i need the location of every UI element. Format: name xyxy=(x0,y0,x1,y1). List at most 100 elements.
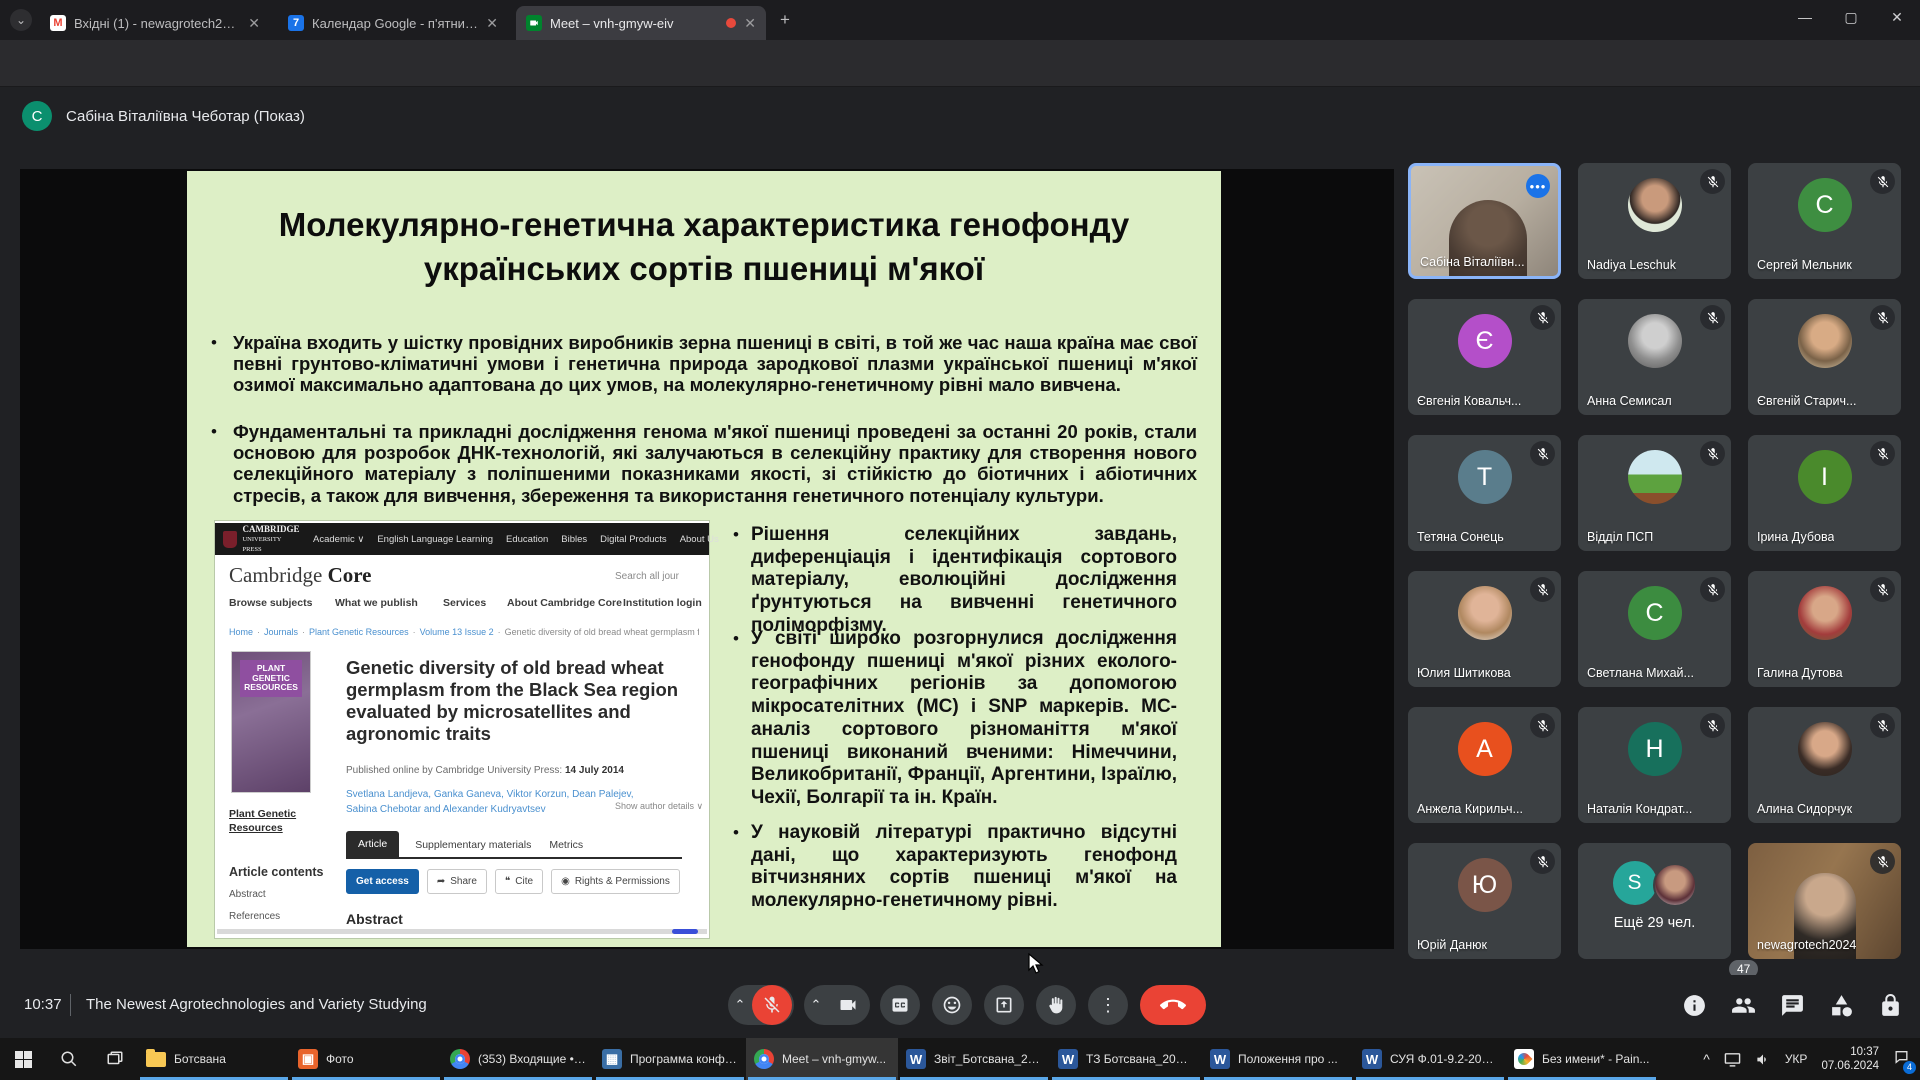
tab-close-icon[interactable]: ✕ xyxy=(744,15,756,32)
taskbar-app-botsvana[interactable]: Ботсвана xyxy=(138,1038,290,1080)
window-minimize-button[interactable]: — xyxy=(1782,0,1828,34)
raise-hand-button[interactable] xyxy=(1036,985,1076,1025)
avatar xyxy=(1798,586,1852,640)
taskbar-clock[interactable]: 10:3707.06.2024 xyxy=(1821,1045,1879,1073)
more-participants-label: Ещё 29 чел. xyxy=(1578,915,1731,931)
activities-button[interactable] xyxy=(1829,993,1855,1019)
mic-off-icon xyxy=(1870,305,1895,330)
captions-button[interactable] xyxy=(880,985,920,1025)
article-buttons: Get access ➦ Share ❝ Cite ◉ Rights & Per… xyxy=(346,869,680,894)
taskbar-app-word-4[interactable]: W СУЯ Ф.01-9.2-202... xyxy=(1354,1038,1506,1080)
participant-tile[interactable]: Відділ ПСП xyxy=(1578,435,1731,551)
window-maximize-button[interactable]: ▢ xyxy=(1828,0,1874,34)
participant-tile-more[interactable]: S Ещё 29 чел. xyxy=(1578,843,1731,959)
participant-tile[interactable]: Юлия Шитикова xyxy=(1408,571,1561,687)
taskbar-search-button[interactable] xyxy=(46,1038,92,1080)
nav-bibles: Bibles xyxy=(561,534,587,545)
mic-muted-button[interactable] xyxy=(752,985,792,1025)
participant-tile[interactable]: І Ірина Дубова xyxy=(1748,435,1901,551)
meeting-details-button[interactable] xyxy=(1682,993,1708,1019)
browser-tab-strip: ⌄ M Вхідні (1) - newagrotech2024@ ✕ 7 Ка… xyxy=(0,0,1920,40)
mic-control-group: ⌃ xyxy=(728,985,794,1025)
nav-ell: English Language Learning xyxy=(377,534,493,545)
photos-icon: ▣ xyxy=(298,1049,318,1069)
mic-options-chevron[interactable]: ⌃ xyxy=(728,997,752,1013)
participant-tile[interactable]: Алина Сидорчук xyxy=(1748,707,1901,823)
windows-logo-icon xyxy=(15,1051,32,1068)
taskbar-app-gmail-chrome[interactable]: (353) Входящие • ... xyxy=(442,1038,594,1080)
emoji-icon xyxy=(942,995,962,1015)
notification-center-button[interactable]: 4 xyxy=(1893,1049,1910,1070)
network-display-icon[interactable] xyxy=(1724,1052,1741,1067)
cambridge-logo: CAMBRIDGEUNIVERSITY PRESS xyxy=(223,525,300,554)
taskbar-app-paint[interactable]: Без имени* - Pain... xyxy=(1506,1038,1658,1080)
participant-tile[interactable]: Галина Дутова xyxy=(1748,571,1901,687)
start-button[interactable] xyxy=(0,1038,46,1080)
chrome-icon xyxy=(450,1049,470,1069)
participant-tile[interactable]: С Сергей Мельник xyxy=(1748,163,1901,279)
avatar: А xyxy=(1458,722,1512,776)
participant-tile[interactable]: Євгеній Старич... xyxy=(1748,299,1901,415)
tab-article: Article xyxy=(346,831,399,857)
avatar xyxy=(1798,314,1852,368)
mic-off-icon xyxy=(1870,441,1895,466)
taskbar-app-conference[interactable]: ▦ Программа конфе... xyxy=(594,1038,746,1080)
cambridge-shield-icon xyxy=(223,531,237,548)
tab-title: Meet – vnh-gmyw-eiv xyxy=(550,16,718,31)
avatar: Ю xyxy=(1458,858,1512,912)
slide-bullet-5: •У науковій літературі практично відсутн… xyxy=(733,822,1177,913)
tray-expand-chevron[interactable]: ^ xyxy=(1703,1051,1710,1067)
tab-calendar[interactable]: 7 Календар Google - п'ятниця, 7 ✕ xyxy=(278,6,508,40)
taskbar-app-word-3[interactable]: W Положення про ... xyxy=(1202,1038,1354,1080)
participant-tile[interactable]: Н Наталія Кондрат... xyxy=(1578,707,1731,823)
new-tab-button[interactable]: + xyxy=(780,10,790,30)
authors-line: Svetlana Landjeva, Ganka Ganeva, Viktor … xyxy=(346,787,636,817)
taskbar-app-photos[interactable]: ▣ Фото xyxy=(290,1038,442,1080)
breadcrumb: Home·Journals·Plant Genetic Resources·Vo… xyxy=(229,627,699,637)
reactions-button[interactable] xyxy=(932,985,972,1025)
tab-meet-active[interactable]: Meet – vnh-gmyw-eiv ✕ xyxy=(516,6,766,40)
taskbar-app-meet[interactable]: Meet – vnh-gmyw... xyxy=(746,1038,898,1080)
taskbar-app-word-2[interactable]: W ТЗ Ботсвана_2024... xyxy=(1050,1038,1202,1080)
camera-button[interactable] xyxy=(828,985,868,1025)
avatar xyxy=(1628,178,1682,232)
word-icon: W xyxy=(1058,1049,1078,1069)
camera-control-group: ⌃ xyxy=(804,985,870,1025)
avatar xyxy=(1458,586,1512,640)
participant-tile[interactable]: А Анжела Кирильч... xyxy=(1408,707,1561,823)
taskbar-app-word-1[interactable]: W Звіт_Ботсвана_20... xyxy=(898,1038,1050,1080)
tab-search-button[interactable]: ⌄ xyxy=(10,9,32,31)
window-close-button[interactable]: ✕ xyxy=(1874,0,1920,34)
tile-menu-icon[interactable]: ••• xyxy=(1526,174,1550,198)
participants-button[interactable] xyxy=(1731,993,1757,1019)
end-call-button[interactable] xyxy=(1140,985,1206,1025)
chat-icon xyxy=(1780,993,1805,1018)
participant-tile[interactable]: Ю Юрій Данюк xyxy=(1408,843,1561,959)
presenter-avatar: С xyxy=(22,101,52,131)
tab-close-icon[interactable]: ✕ xyxy=(248,15,260,32)
chat-button[interactable] xyxy=(1780,993,1806,1019)
participant-tile-sabina[interactable]: ••• Сабіна Віталіївн... xyxy=(1408,163,1561,279)
more-options-button[interactable]: ⋮ xyxy=(1088,985,1128,1025)
slide-bullet-4: •У світі широко розгорнулися дослідження… xyxy=(733,628,1177,810)
slide-bullet-3: •Рішення селекційних завдань, диференціа… xyxy=(733,524,1177,638)
captions-icon xyxy=(890,995,910,1015)
presentation-slide: Молекулярно-генетична характеристика ген… xyxy=(187,171,1221,947)
participant-tile[interactable]: Анна Семисал xyxy=(1578,299,1731,415)
present-button[interactable] xyxy=(984,985,1024,1025)
mic-off-icon xyxy=(1870,577,1895,602)
host-controls-button[interactable] xyxy=(1878,993,1904,1019)
participant-tile[interactable]: Nadiya Leschuk xyxy=(1578,163,1731,279)
participant-tile-self[interactable]: newagrotech2024 xyxy=(1748,843,1901,959)
avatar xyxy=(1628,314,1682,368)
participant-tile[interactable]: Є Євгенія Ковальч... xyxy=(1408,299,1561,415)
volume-icon[interactable] xyxy=(1755,1052,1771,1067)
language-indicator[interactable]: УКР xyxy=(1785,1052,1808,1066)
task-view-button[interactable] xyxy=(92,1038,138,1080)
participant-tile[interactable]: Т Тетяна Сонець xyxy=(1408,435,1561,551)
cite-button: ❝ Cite xyxy=(495,869,543,894)
camera-options-chevron[interactable]: ⌃ xyxy=(804,997,828,1013)
tab-gmail[interactable]: M Вхідні (1) - newagrotech2024@ ✕ xyxy=(40,6,270,40)
participant-tile[interactable]: С Светлана Михай... xyxy=(1578,571,1731,687)
tab-close-icon[interactable]: ✕ xyxy=(486,15,498,32)
